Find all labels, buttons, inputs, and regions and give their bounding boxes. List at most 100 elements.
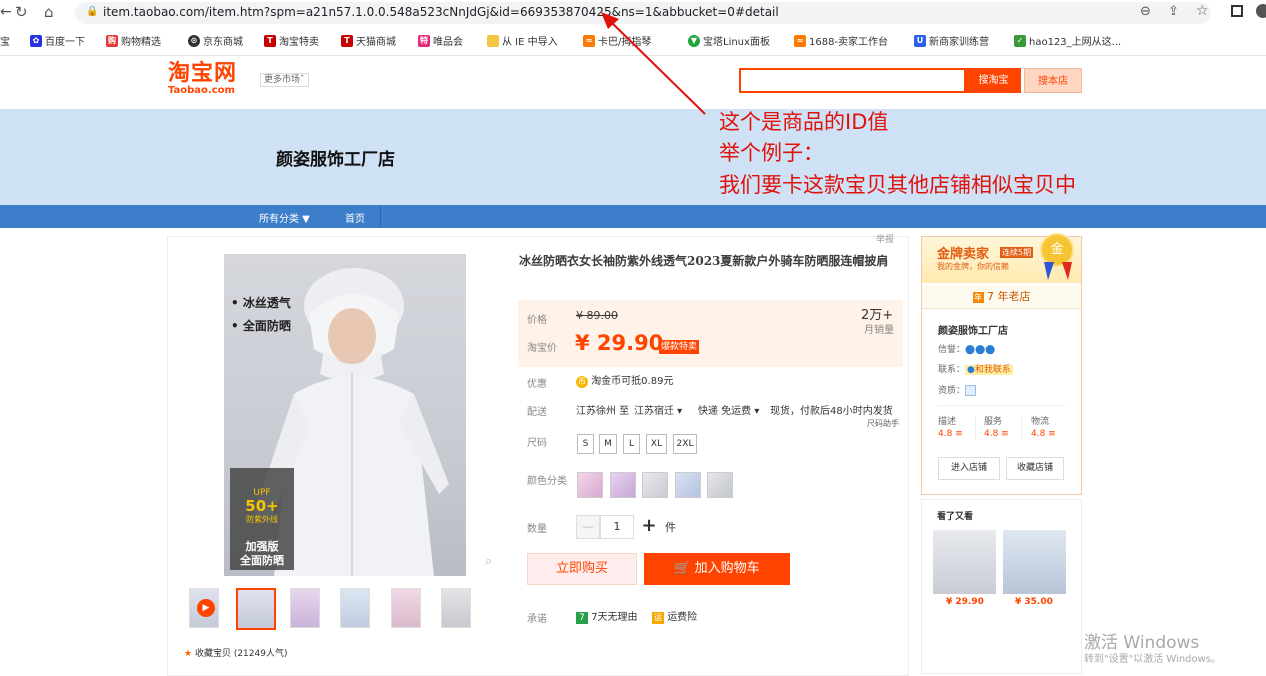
buy-now-button[interactable]: 立即购买 <box>527 553 637 585</box>
home-icon[interactable]: ⌂ <box>44 3 54 21</box>
gold-seller-title: 金牌卖家 <box>937 247 990 262</box>
thumbnail-image[interactable] <box>290 588 320 628</box>
color-option[interactable] <box>675 472 701 498</box>
product-main-image[interactable]: • 冰丝透气 • 全面防晒 UPF 50+ 防紫外线 加强版 全面防晒 <box>224 254 466 576</box>
lock-icon[interactable]: 🔒 <box>86 6 98 17</box>
seven-day-icon: 7 <box>576 612 588 624</box>
seller-shop-name[interactable]: 颜姿服饰工厂店 <box>938 322 1008 337</box>
image-feature-1: • 冰丝透气 <box>231 296 291 310</box>
gold-seller-badge: 连续5期 <box>1000 247 1034 258</box>
more-markets-button[interactable]: 更多市场ˇ <box>260 73 309 87</box>
score-service-label: 服务 <box>984 417 1003 427</box>
sidepanel-icon[interactable] <box>1231 5 1243 17</box>
thumbnail-image[interactable] <box>391 588 421 628</box>
color-option[interactable] <box>707 472 733 498</box>
color-option[interactable] <box>642 472 668 498</box>
size-option[interactable]: XL <box>646 434 667 454</box>
recommended-item-image[interactable] <box>933 530 996 594</box>
bookmark-item[interactable]: T 淘宝特卖 <box>264 33 319 48</box>
image-feature-2: • 全面防晒 <box>231 319 291 333</box>
size-option[interactable]: 2XL <box>673 434 697 454</box>
back-icon[interactable]: ← <box>0 4 12 20</box>
quantity-minus-button[interactable]: — <box>576 515 600 539</box>
annotation-line3: 我们要卡这款宝贝其他店铺相似宝贝中 <box>719 173 1076 197</box>
current-price: ¥ 29.90 <box>575 331 664 355</box>
price-label: 价格 <box>527 315 547 326</box>
coin-icon: 币 <box>576 376 588 388</box>
size-option[interactable]: S <box>577 434 594 454</box>
delivery-destination[interactable]: 江苏宿迁 ▾ <box>634 402 682 417</box>
nav-all-categories[interactable]: 所有分类 ▼ <box>259 210 310 225</box>
nav-home[interactable]: 首页 <box>345 210 365 225</box>
recommended-item-price[interactable]: ¥ 35.00 <box>1015 597 1053 607</box>
chevron-down-icon: ˇ <box>300 75 305 85</box>
search-input[interactable] <box>739 68 966 93</box>
discount-text: 淘金币可抵0.89元 <box>591 376 674 387</box>
size-helper-link[interactable]: 尺码助手 <box>867 418 899 429</box>
profile-icon[interactable] <box>1256 4 1266 18</box>
site-icon: ≈ <box>794 34 806 47</box>
thumbnail-image[interactable] <box>340 588 370 628</box>
favorite-shop-button[interactable]: 收藏店铺 <box>1006 457 1064 480</box>
taobao-logo[interactable]: 淘宝网 Taobao.com <box>168 63 246 99</box>
shop-years-text: 7 年老店 <box>987 290 1031 303</box>
site-icon: U <box>914 34 926 47</box>
color-option[interactable] <box>610 472 636 498</box>
play-icon: ▶ <box>197 599 215 617</box>
diamond-icon: ⬤ <box>975 345 986 355</box>
thumbnail-video[interactable]: ▶ <box>189 588 219 628</box>
gold-seller-subtitle: 我的金牌，你的信赖 <box>937 262 1009 271</box>
share-icon[interactable]: ⇪ <box>1168 4 1179 19</box>
bookmark-item[interactable]: 宝 <box>0 33 10 48</box>
size-option[interactable]: M <box>599 434 617 454</box>
bookmark-item[interactable]: T 天猫商城 <box>341 33 396 48</box>
zoom-icon[interactable]: ⊖ <box>1140 4 1151 19</box>
shop-banner: 颜姿服饰工厂店 <box>0 109 1266 205</box>
thumbnail-image[interactable] <box>236 588 276 630</box>
thumbnail-image[interactable] <box>441 588 471 628</box>
recommended-item-image[interactable] <box>1003 530 1066 594</box>
license-icon[interactable] <box>965 385 977 396</box>
bookmark-item[interactable]: U 新商家训练营 <box>914 33 989 48</box>
bookmark-item[interactable]: ✓ hao123_上网从这... <box>1014 33 1121 48</box>
qualification-row: 资质： <box>938 383 977 396</box>
bookmark-item[interactable]: 从 IE 中导入 <box>487 33 558 48</box>
bookmark-item[interactable]: ✿ 百度一下 <box>30 33 85 48</box>
upf-strong-2: 全面防晒 <box>240 554 284 567</box>
report-link[interactable]: 举报 <box>876 232 894 245</box>
zoom-search-icon[interactable]: ⌕ <box>485 554 492 569</box>
bookmark-item[interactable]: 特唯品会 <box>418 33 463 48</box>
diamond-icon: ⬤ <box>985 345 996 355</box>
delivery-from: 江苏徐州 至 <box>576 406 630 417</box>
folder-icon <box>487 34 499 47</box>
size-option[interactable]: L <box>623 434 640 454</box>
score-separator <box>1021 416 1022 440</box>
delivery-fee[interactable]: 快递 免运费 ▾ <box>698 402 759 417</box>
tmall-icon: T <box>341 34 353 47</box>
bookmark-item[interactable]: ⊙ 京东商城 <box>188 33 243 48</box>
favorite-item-link[interactable]: ★ 收藏宝贝 (21249人气) <box>184 646 287 659</box>
logo-subtext: Taobao.com <box>168 85 235 96</box>
recommended-item-price[interactable]: ¥ 29.90 <box>946 597 984 607</box>
color-option[interactable] <box>577 472 603 498</box>
quantity-label: 数量 <box>527 524 547 535</box>
shop-banner-title[interactable]: 颜姿服饰工厂店 <box>276 145 395 170</box>
enter-shop-button[interactable]: 进入店铺 <box>938 457 1000 480</box>
star-icon[interactable]: ☆ <box>1196 3 1209 19</box>
site-icon: ≈ <box>583 34 595 47</box>
search-taobao-button[interactable]: 搜淘宝 <box>966 68 1021 93</box>
quantity-plus-button[interactable]: + <box>639 514 659 538</box>
contact-button[interactable]: ●和我联系 <box>965 365 1013 375</box>
quantity-input[interactable]: 1 <box>600 515 634 539</box>
upf-value: 50+ <box>245 497 279 515</box>
search-shop-button[interactable]: 搜本店 <box>1024 68 1082 93</box>
bookmark-item[interactable]: 购购物精选 <box>106 33 161 48</box>
activate-windows-subtitle: 转到"设置"以激活 Windows。 <box>1084 654 1222 665</box>
reload-icon[interactable]: ↻ <box>15 3 28 21</box>
bookmark-item[interactable]: ≈1688-卖家工作台 <box>794 33 888 48</box>
monthly-sales-label: 月销量 <box>864 325 894 336</box>
calendar-icon: 年 <box>972 291 984 303</box>
add-to-cart-button[interactable]: 🛒 加入购物车 <box>644 553 790 585</box>
score-service-value: 4.8 ≡ <box>984 429 1009 439</box>
arrow-line <box>608 19 706 115</box>
